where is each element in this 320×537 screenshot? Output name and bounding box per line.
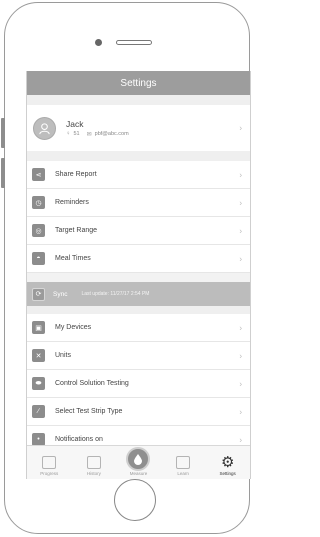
history-icon (86, 456, 101, 469)
spacer (27, 306, 250, 314)
device-icon: ▣ (32, 321, 45, 334)
menu-item-label: Notifications on (55, 436, 103, 443)
profile-age: 51 (73, 131, 80, 137)
tab-progress[interactable]: Progress (29, 456, 69, 476)
menu-item-reminders[interactable]: ◷ Reminders › (27, 189, 250, 217)
menu-item-label: Units (55, 352, 71, 359)
sync-bar[interactable]: ⟳ Sync Last update: 11/27/17 2:54 PM (27, 282, 250, 306)
menu-item-label: Reminders (55, 199, 89, 206)
speaker-grille (116, 40, 152, 45)
tab-label: Progress (40, 471, 59, 476)
menu-item-select-test-strip-type[interactable]: ∕ Select Test Strip Type › (27, 398, 250, 426)
tab-label: Settings (219, 471, 236, 476)
user-icon (39, 122, 50, 134)
menu-item-label: Meal Times (55, 255, 91, 262)
test-strip-icon: ∕ (32, 405, 45, 418)
chevron-right-icon: › (239, 254, 242, 263)
chevron-right-icon: › (239, 351, 242, 360)
sync-last-update: Last update: 11/27/17 2:54 PM (81, 291, 150, 297)
chevron-right-icon: › (239, 435, 242, 444)
app-screen: Settings Jack ♀ 51 ✉ pbf@abc.com › ⋖ Sha… (26, 71, 251, 479)
menu-item-label: Select Test Strip Type (55, 408, 123, 415)
target-icon: ◎ (32, 224, 45, 237)
alarm-icon: ◷ (32, 196, 45, 209)
tab-learn[interactable]: Learn (163, 456, 203, 476)
chevron-right-icon: › (239, 226, 242, 235)
tab-measure[interactable]: Measure (118, 447, 158, 476)
learn-icon (176, 456, 191, 469)
phone-frame: Settings Jack ♀ 51 ✉ pbf@abc.com › ⋖ Sha… (4, 2, 251, 534)
tab-label: Measure (129, 471, 148, 476)
nav-bar: Settings (27, 71, 250, 95)
menu-item-label: Target Range (55, 227, 98, 234)
tab-label: History (86, 471, 101, 476)
share-icon: ⋖ (32, 168, 45, 181)
spacer (27, 95, 250, 105)
menu-item-label: My Devices (55, 324, 92, 331)
gear-icon: ⚙ (220, 454, 235, 471)
sync-label: Sync (53, 290, 68, 298)
page-title: Settings (120, 77, 157, 89)
chevron-right-icon: › (239, 198, 242, 207)
profile-email: pbf@abc.com (94, 131, 129, 137)
volume-down-button[interactable] (1, 158, 5, 188)
progress-icon (42, 456, 57, 469)
volume-up-button[interactable] (1, 118, 5, 148)
chevron-right-icon: › (239, 407, 242, 416)
camera-icon (95, 39, 102, 46)
menu-item-label: Control Solution Testing (55, 380, 129, 387)
tab-label: Learn (177, 471, 189, 476)
avatar (33, 116, 56, 140)
menu-item-units[interactable]: ✕ Units › (27, 342, 250, 370)
menu-item-label: Share Report (55, 171, 97, 178)
menu-item-target-range[interactable]: ◎ Target Range › (27, 217, 250, 245)
menu-item-control-solution-testing[interactable]: ⬬ Control Solution Testing › (27, 370, 250, 398)
chevron-right-icon: › (239, 170, 242, 179)
profile-row[interactable]: Jack ♀ 51 ✉ pbf@abc.com › (27, 105, 250, 151)
drop-icon (126, 447, 151, 471)
sync-icon: ⟳ (32, 287, 45, 301)
tab-history[interactable]: History (74, 456, 114, 476)
tab-bar: Progress History Measure Learn ⚙ Setting… (27, 445, 250, 479)
gender-icon: ♀ (66, 131, 71, 137)
chevron-right-icon: › (239, 323, 242, 332)
control-solution-icon: ⬬ (32, 377, 45, 390)
menu-item-share-report[interactable]: ⋖ Share Report › (27, 161, 250, 189)
email-icon: ✉ (86, 131, 92, 138)
meal-icon: ◓ (32, 252, 45, 265)
chevron-right-icon: › (239, 379, 242, 388)
drop-glyph (134, 453, 143, 465)
chevron-right-icon: › (239, 123, 242, 133)
menu-item-my-devices[interactable]: ▣ My Devices › (27, 314, 250, 342)
home-button[interactable] (114, 479, 156, 521)
units-icon: ✕ (32, 349, 45, 362)
menu-item-meal-times[interactable]: ◓ Meal Times › (27, 245, 250, 273)
spacer (27, 151, 250, 161)
tab-settings[interactable]: ⚙ Settings (208, 454, 248, 476)
profile-name: Jack (66, 118, 84, 129)
